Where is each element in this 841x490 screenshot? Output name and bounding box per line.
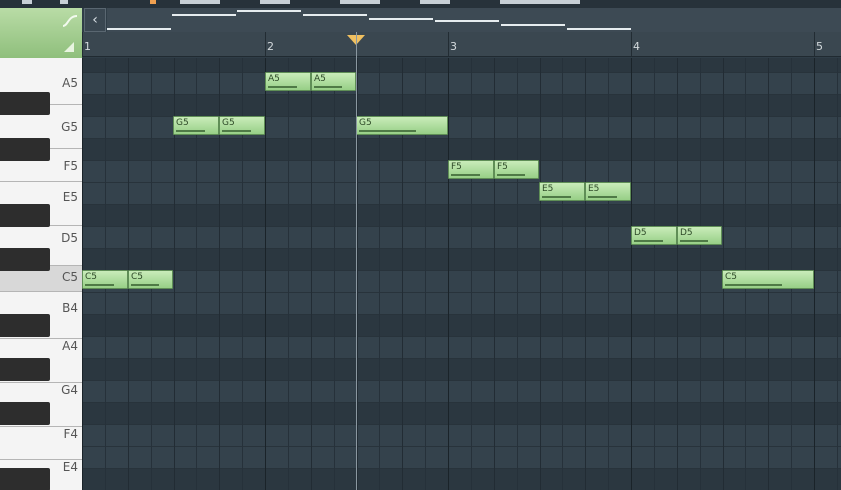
grid-vline xyxy=(814,58,815,490)
piano-keyboard[interactable]: A5 G5 F5 E5 D5 C5 B4 A4 G4 F4 E4 xyxy=(0,58,82,490)
note-velocity-bar xyxy=(131,284,159,286)
playhead-line xyxy=(356,32,357,490)
grid-vline xyxy=(517,58,518,490)
note-velocity-bar xyxy=(634,240,663,242)
note-velocity-bar xyxy=(268,86,297,88)
note-velocity-bar xyxy=(176,130,205,132)
note-block[interactable]: G5 xyxy=(173,116,219,135)
grid-vline xyxy=(448,58,449,490)
note-label: F5 xyxy=(497,162,508,172)
grid-vline xyxy=(288,58,289,490)
grid-vline xyxy=(585,58,586,490)
grid-vline xyxy=(540,58,541,490)
key-label: B4 xyxy=(62,301,78,315)
note-block[interactable]: C5 xyxy=(128,270,173,289)
key-label: F5 xyxy=(63,159,78,173)
chevron-left-icon[interactable]: ‹ xyxy=(84,8,106,32)
note-block[interactable]: E5 xyxy=(585,182,631,201)
note-block[interactable]: E5 xyxy=(539,182,585,201)
bar-number: 5 xyxy=(816,40,823,53)
note-label: A5 xyxy=(268,74,280,84)
grid-vline xyxy=(494,58,495,490)
bar-number: 2 xyxy=(267,40,274,53)
grid-vline xyxy=(311,58,312,490)
grid-vline xyxy=(265,58,266,490)
key-label: A4 xyxy=(62,339,78,353)
tool-panel[interactable] xyxy=(0,8,82,59)
grid-vline xyxy=(471,58,472,490)
piano-key-black[interactable] xyxy=(0,204,50,227)
piano-key-black[interactable] xyxy=(0,468,50,490)
note-label: G5 xyxy=(176,118,189,128)
note-velocity-bar xyxy=(497,174,525,176)
note-label: D5 xyxy=(634,228,647,238)
piano-key-black[interactable] xyxy=(0,92,50,115)
timeline-ruler[interactable]: 1 2 3 4 5 xyxy=(82,32,841,57)
note-block[interactable]: C5 xyxy=(722,270,814,289)
overview-strip[interactable] xyxy=(107,8,841,32)
piano-key-f4[interactable]: F4 xyxy=(0,427,82,460)
grid-vline xyxy=(700,58,701,490)
note-block[interactable]: F5 xyxy=(448,160,494,179)
key-label: G5 xyxy=(61,120,78,134)
key-label: C5 xyxy=(61,270,78,284)
grid-vline xyxy=(334,58,335,490)
note-label: C5 xyxy=(85,272,98,282)
key-label: D5 xyxy=(61,231,78,245)
grid-vline xyxy=(608,58,609,490)
note-block[interactable]: D5 xyxy=(631,226,677,245)
note-velocity-bar xyxy=(542,196,571,198)
note-block[interactable]: C5 xyxy=(82,270,128,289)
note-velocity-bar xyxy=(451,174,480,176)
piano-key-black[interactable] xyxy=(0,314,50,337)
key-label: E4 xyxy=(62,460,78,474)
note-block[interactable]: G5 xyxy=(356,116,448,135)
piano-key-black[interactable] xyxy=(0,358,50,381)
note-velocity-bar xyxy=(85,284,114,286)
note-block[interactable]: A5 xyxy=(311,72,356,91)
note-label: F5 xyxy=(451,162,462,172)
note-label: E5 xyxy=(588,184,600,194)
grid-vline xyxy=(562,58,563,490)
bar-number: 1 xyxy=(84,40,91,53)
note-block[interactable]: A5 xyxy=(265,72,311,91)
bar-number: 3 xyxy=(450,40,457,53)
note-velocity-bar xyxy=(222,130,251,132)
note-block[interactable]: D5 xyxy=(677,226,722,245)
piano-key-black[interactable] xyxy=(0,138,50,161)
key-label: A5 xyxy=(62,76,78,90)
note-label: C5 xyxy=(725,272,738,282)
note-velocity-bar xyxy=(725,284,782,286)
note-label: D5 xyxy=(680,228,693,238)
bar-number: 4 xyxy=(633,40,640,53)
note-label: C5 xyxy=(131,272,144,282)
key-label: E5 xyxy=(62,190,78,204)
key-label: G4 xyxy=(61,383,78,397)
note-label: G5 xyxy=(359,118,372,128)
piano-key-black[interactable] xyxy=(0,248,50,271)
note-block[interactable]: F5 xyxy=(494,160,539,179)
note-grid[interactable]: A5 A5 G5 G5 G5 F5 F5 E5 E5 D5 D5 C5 C5 C5 xyxy=(82,58,841,490)
key-label: F4 xyxy=(63,427,78,441)
note-label: E5 xyxy=(542,184,554,194)
note-label: G5 xyxy=(222,118,235,128)
resize-corner-icon[interactable] xyxy=(64,42,74,52)
grid-vline xyxy=(677,58,678,490)
grid-vline xyxy=(837,58,838,490)
note-velocity-bar xyxy=(680,240,708,242)
curve-tool-icon[interactable] xyxy=(62,14,78,28)
note-velocity-bar xyxy=(588,196,617,198)
grid-vline xyxy=(631,58,632,490)
piano-key-black[interactable] xyxy=(0,402,50,425)
note-block[interactable]: G5 xyxy=(219,116,265,135)
note-label: A5 xyxy=(314,74,326,84)
note-velocity-bar xyxy=(359,130,416,132)
top-toolbar-strip xyxy=(0,0,841,8)
note-velocity-bar xyxy=(314,86,342,88)
grid-vline xyxy=(654,58,655,490)
